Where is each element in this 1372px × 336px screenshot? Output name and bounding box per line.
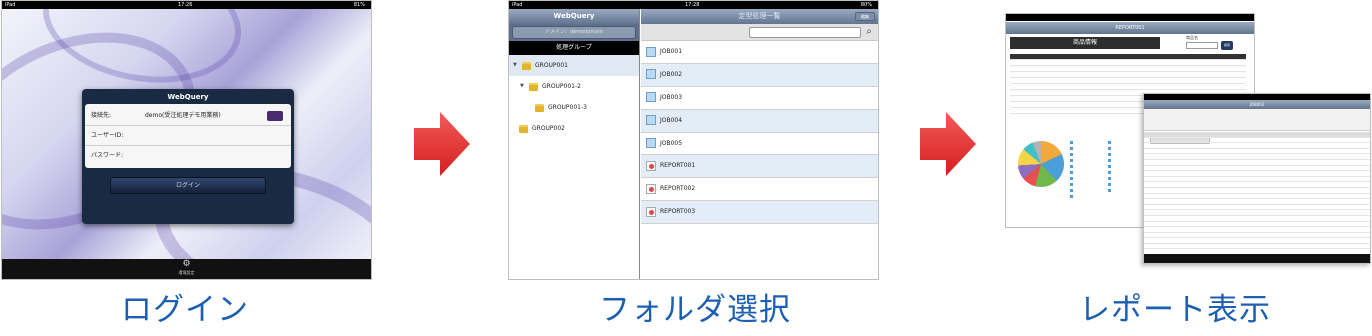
job-icon: [646, 115, 656, 126]
product-name-label: 商品名: [1186, 35, 1198, 40]
chart-legend: [1108, 141, 1148, 195]
password-field[interactable]: パスワード:: [85, 146, 291, 166]
folder-icon: [529, 82, 538, 91]
status-bar: [1006, 14, 1254, 21]
clock: 17:26: [178, 2, 193, 8]
report-title: REPORT001: [1006, 22, 1254, 34]
file-list-label: JOB005: [660, 139, 683, 147]
login-button[interactable]: ログイン: [110, 177, 266, 194]
file-list-label: JOB002: [660, 70, 683, 78]
pie-chart: [1018, 141, 1064, 187]
folder-screenshot: iPad 17:28 80% WebQuery ドメイン：demodomain …: [508, 0, 879, 280]
search-input[interactable]: [749, 27, 861, 38]
step-caption-report: レポート表示: [1079, 292, 1271, 328]
connection-picker-button[interactable]: [267, 111, 283, 121]
connection-field[interactable]: 接続先: demo(受注処理デモ用業務): [85, 106, 291, 126]
job-icon: [646, 69, 656, 80]
tree-item[interactable]: ▼ GROUP001-2: [509, 76, 639, 97]
tree-item-label: GROUP002: [532, 125, 566, 132]
list-title-text: 定型処理一覧: [738, 12, 781, 20]
file-list-item[interactable]: JOB003: [641, 87, 878, 110]
file-list: JOB001 JOB002 JOB003 JOB004 JOB005 REPORT001 R…: [641, 41, 878, 225]
password-label: パスワード:: [91, 152, 124, 159]
job-icon: [646, 92, 656, 103]
user-id-field[interactable]: ユーザーID:: [85, 126, 291, 146]
file-list-label: JOB004: [660, 116, 683, 124]
user-id-label: ユーザーID:: [91, 132, 124, 139]
file-list-item[interactable]: JOB005: [641, 133, 878, 156]
connection-value: demo(受注処理デモ用業務): [145, 112, 221, 119]
report-icon: [646, 183, 656, 194]
next-step-arrow: [920, 112, 976, 176]
expand-arrow-icon[interactable]: ▼: [520, 76, 524, 97]
file-list-label: REPORT003: [660, 208, 696, 216]
job-icon: [646, 138, 656, 149]
login-dialog: WebQuery 接続先: demo(受注処理デモ用業務) ユーザーID: パス…: [82, 89, 294, 224]
file-list-item[interactable]: REPORT002: [641, 178, 878, 202]
step-caption-folder: フォルダ選択: [599, 292, 791, 328]
status-bar: iPad 17:26 81%: [2, 1, 371, 9]
status-bar: iPad 17:28 80%: [509, 1, 878, 9]
clock: 17:28: [685, 2, 700, 8]
query-form: [1144, 109, 1370, 144]
search-icon[interactable]: ⌕: [866, 25, 872, 39]
product-name-input[interactable]: [1186, 42, 1218, 49]
app-title: WebQuery: [509, 9, 639, 24]
tree-item[interactable]: GROUP002: [509, 118, 639, 139]
expand-arrow-icon[interactable]: ▼: [513, 55, 517, 76]
result-table: [1144, 132, 1370, 256]
carrier-label: iPad: [5, 2, 16, 8]
chart-legend: [1070, 141, 1110, 201]
login-form: 接続先: demo(受注処理デモ用業務) ユーザーID: パスワード:: [85, 104, 291, 168]
file-list-item[interactable]: JOB001: [641, 41, 878, 64]
domain-button[interactable]: ドメイン：demodomain: [512, 26, 636, 39]
tree-item-label: GROUP001-2: [542, 83, 581, 90]
battery-label: 81%: [353, 2, 365, 8]
gear-icon[interactable]: ⚙: [2, 259, 371, 270]
tree-item[interactable]: GROUP001-3: [509, 97, 639, 118]
file-list-item[interactable]: REPORT001: [641, 155, 878, 179]
job-title: JOB002: [1144, 100, 1370, 109]
file-list-label: JOB003: [660, 93, 683, 101]
tree-item[interactable]: ▼ GROUP001: [509, 55, 639, 76]
file-list-item[interactable]: JOB004: [641, 109, 878, 133]
list-title: 定型処理一覧 編集: [641, 9, 878, 24]
report-icon: [646, 160, 656, 171]
pager-bar: [1144, 254, 1370, 263]
group-pane: WebQuery ドメイン：demodomain 処理グループ ▼ GROUP0…: [509, 9, 640, 279]
carrier-label: iPad: [512, 2, 523, 8]
tree-item-label: GROUP001: [535, 62, 569, 69]
step-caption-login: ログイン: [121, 292, 249, 328]
file-list-item[interactable]: REPORT003: [641, 201, 878, 225]
report-heading: 商品情報: [1010, 37, 1160, 49]
folder-icon: [535, 103, 544, 112]
folder-icon: [522, 61, 531, 70]
connection-label: 接続先:: [91, 112, 112, 119]
job-result-screenshot: JOB002: [1143, 93, 1371, 264]
file-list-label: REPORT001: [660, 162, 696, 170]
search-button[interactable]: 検索: [1221, 41, 1233, 50]
domain-bar: ドメイン：demodomain: [509, 24, 639, 41]
report-icon: [646, 206, 656, 217]
file-list-label: JOB001: [660, 48, 683, 55]
edit-button[interactable]: 編集: [855, 12, 875, 21]
battery-label: 80%: [860, 2, 872, 8]
next-step-arrow: [414, 112, 470, 176]
file-list-label: REPORT002: [660, 185, 696, 193]
tree-item-label: GROUP001-3: [548, 104, 587, 111]
group-header: 処理グループ: [509, 41, 639, 55]
bottom-toolbar: ⚙ 環境設定: [2, 259, 371, 279]
search-bar: ⌕: [641, 24, 878, 41]
job-icon: [646, 46, 656, 57]
folder-icon: [519, 124, 528, 133]
settings-label[interactable]: 環境設定: [179, 270, 195, 275]
job-list-pane: 定型処理一覧 編集 ⌕ JOB001 JOB002 JOB003 JOB004 JOB0…: [641, 9, 878, 279]
dialog-title: WebQuery: [167, 93, 209, 101]
login-screenshot: iPad 17:26 81% WebQuery 接続先: demo(受注処理デモ…: [1, 0, 372, 280]
file-list-item[interactable]: JOB002: [641, 63, 878, 87]
